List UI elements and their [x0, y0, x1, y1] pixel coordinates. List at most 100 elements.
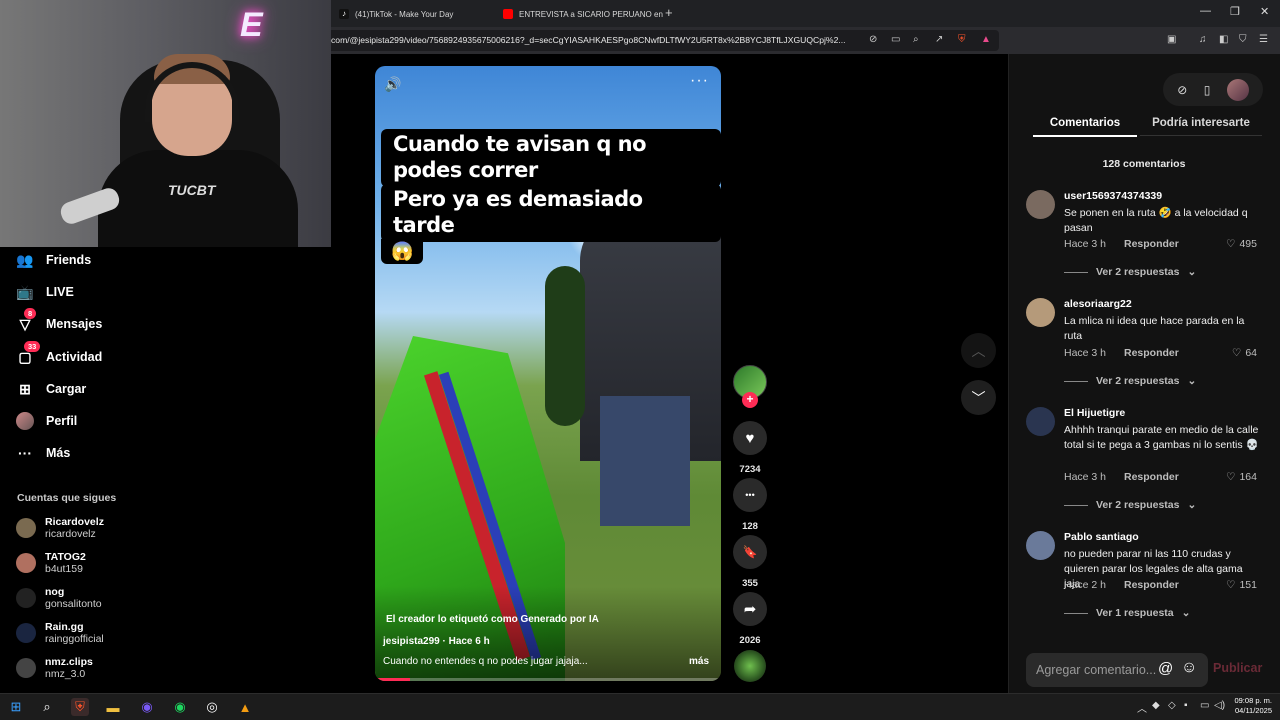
publish-button[interactable]: Publicar: [1213, 661, 1262, 675]
share-action[interactable]: ➦ 2026: [733, 592, 767, 646]
comment-item: alesoriaarg22 La mlica ni idea que hace …: [1026, 298, 1266, 388]
compass-icon[interactable]: ⊘: [1177, 83, 1187, 97]
network-icon[interactable]: ▭: [1200, 700, 1209, 711]
following-account[interactable]: nmz.clips nmz_3.0: [16, 656, 93, 680]
spotify-icon[interactable]: ◉: [171, 698, 189, 716]
new-tab-button[interactable]: +: [665, 5, 673, 20]
bookmark-icon[interactable]: 🔖: [733, 535, 767, 569]
music-disc-icon[interactable]: [734, 650, 766, 682]
caption-line: Pero ya es demasiado tarde: [381, 184, 721, 242]
brave-rewards-icon[interactable]: ▲: [981, 34, 991, 45]
sidebar-toggle-icon[interactable]: ▣: [1167, 34, 1176, 45]
more-link[interactable]: más: [689, 656, 709, 667]
following-account[interactable]: Rain.gg rainggofficial: [16, 621, 104, 645]
commenter-avatar[interactable]: [1026, 407, 1055, 436]
video-player[interactable]: 🔊 ··· Cuando te avisan q no podes correr…: [375, 66, 721, 681]
reply-button[interactable]: Responder: [1124, 579, 1179, 591]
view-replies-button[interactable]: Ver 1 respuesta ⌄: [1064, 607, 1190, 619]
emoji-icon[interactable]: ☺: [1181, 659, 1197, 677]
zoom-icon[interactable]: ⌕: [913, 34, 919, 45]
brave-shield-icon[interactable]: ⛨: [958, 34, 966, 45]
following-title: Cuentas que sigues: [17, 492, 117, 504]
like-action[interactable]: ♥ 7234: [733, 421, 767, 475]
following-account[interactable]: Ricardovelz ricardovelz: [16, 516, 104, 540]
video-progress-bar[interactable]: [375, 678, 721, 681]
following-account[interactable]: TATOG2 b4ut159: [16, 551, 86, 575]
obs-icon[interactable]: ◎: [203, 698, 221, 716]
reply-button[interactable]: Responder: [1124, 347, 1179, 359]
account-avatar: [16, 658, 36, 678]
share-page-icon[interactable]: ↗: [935, 34, 943, 45]
reply-button[interactable]: Responder: [1124, 471, 1179, 483]
more-options-icon[interactable]: ···: [690, 72, 709, 90]
follow-plus-button[interactable]: +: [742, 392, 758, 408]
panel-icon[interactable]: ◧: [1219, 34, 1228, 45]
view-replies-button[interactable]: Ver 2 respuestas ⌄: [1064, 375, 1196, 387]
comment-action[interactable]: ••• 128: [733, 478, 767, 532]
browser-tab-youtube[interactable]: ENTREVISTA a SICARIO PERUANO en: [495, 3, 663, 25]
clock[interactable]: 09:08 p. m. 04/11/2025: [1234, 696, 1272, 716]
view-replies-button[interactable]: Ver 2 respuestas ⌄: [1064, 266, 1196, 278]
commenter-name[interactable]: alesoriaarg22: [1064, 298, 1132, 310]
heart-outline-icon: ♡: [1226, 471, 1236, 483]
account-handle: gonsalitonto: [45, 598, 102, 610]
commenter-avatar[interactable]: [1026, 298, 1055, 327]
view-replies-button[interactable]: Ver 2 respuestas ⌄: [1064, 499, 1196, 511]
nav-item-activity[interactable]: ▢ 33 Actividad: [16, 341, 102, 369]
commenter-name[interactable]: El Hijuetigre: [1064, 407, 1125, 419]
share-icon[interactable]: ➦: [733, 592, 767, 626]
browser-tab-tiktok[interactable]: ♪ (41)TikTok - Make Your Day: [331, 3, 491, 25]
commenter-avatar[interactable]: [1026, 190, 1055, 219]
comment-like[interactable]: ♡ 164: [1226, 471, 1257, 483]
nav-item-messages[interactable]: ▽ 8 Mensajes: [16, 308, 102, 336]
mention-icon[interactable]: @: [1158, 660, 1173, 677]
tray-chevron-icon[interactable]: ︿: [1137, 700, 1147, 715]
nav-label: Friends: [46, 253, 92, 267]
following-account[interactable]: nog gonsalitonto: [16, 586, 102, 610]
search-icon[interactable]: ⌕: [38, 698, 56, 716]
save-action[interactable]: 🔖 355: [733, 535, 767, 589]
commenter-name[interactable]: Pablo santiago: [1064, 531, 1139, 543]
tray-app-icon[interactable]: ▪: [1184, 700, 1188, 711]
nav-item-more[interactable]: ··· Más: [16, 441, 70, 465]
activity-badge: 33: [24, 341, 41, 352]
tab-might-interest[interactable]: Podría interesarte: [1140, 117, 1262, 136]
tab-comments[interactable]: Comentarios: [1033, 117, 1137, 137]
comment-like[interactable]: ♡ 64: [1232, 347, 1257, 359]
more-icon: ···: [18, 445, 32, 461]
restore-icon[interactable]: ❐: [1230, 5, 1240, 18]
menu-icon[interactable]: ☰: [1259, 34, 1268, 45]
brave-browser-icon[interactable]: ⛨: [71, 698, 89, 716]
windows-start-icon[interactable]: ⊞: [7, 698, 25, 716]
reply-button[interactable]: Responder: [1124, 238, 1179, 250]
phone-icon[interactable]: ▯: [1204, 83, 1211, 97]
nav-item-upload[interactable]: ⊞ Cargar: [16, 377, 86, 401]
music-icon[interactable]: ♫: [1199, 34, 1207, 45]
cast-icon[interactable]: ▭: [891, 34, 900, 45]
volume-icon[interactable]: 🔊: [384, 76, 401, 93]
file-explorer-icon[interactable]: ▬: [104, 698, 122, 716]
discord-icon[interactable]: ◉: [138, 698, 156, 716]
commenter-avatar[interactable]: [1026, 531, 1055, 560]
nav-item-live[interactable]: 📺 LIVE: [16, 280, 74, 304]
minimize-icon[interactable]: —: [1200, 5, 1211, 17]
comment-icon[interactable]: •••: [733, 478, 767, 512]
volume-tray-icon[interactable]: ◁): [1214, 700, 1225, 711]
tray-app-icon[interactable]: ◆: [1152, 700, 1160, 711]
no-tracking-icon[interactable]: ⊘: [869, 34, 877, 45]
close-icon[interactable]: ✕: [1260, 5, 1269, 18]
commenter-name[interactable]: user1569374374339: [1064, 190, 1162, 202]
nav-item-profile[interactable]: Perfil: [16, 409, 77, 433]
comment-like[interactable]: ♡ 151: [1226, 579, 1257, 591]
app-icon[interactable]: ▲: [236, 698, 254, 716]
account-name: TATOG2: [45, 551, 86, 563]
user-avatar[interactable]: [1226, 78, 1249, 101]
previous-video-button[interactable]: ︿: [961, 333, 996, 368]
video-author[interactable]: jesipista299 · Hace 6 h: [383, 636, 490, 647]
next-video-button[interactable]: ﹀: [961, 380, 996, 415]
heart-icon[interactable]: ♥: [733, 421, 767, 455]
tray-app-icon[interactable]: ◇: [1168, 700, 1176, 711]
nav-item-friends[interactable]: 👥 Friends: [16, 248, 91, 272]
vpn-icon[interactable]: ⛉: [1239, 34, 1247, 45]
comment-like[interactable]: ♡ 495: [1226, 238, 1257, 250]
